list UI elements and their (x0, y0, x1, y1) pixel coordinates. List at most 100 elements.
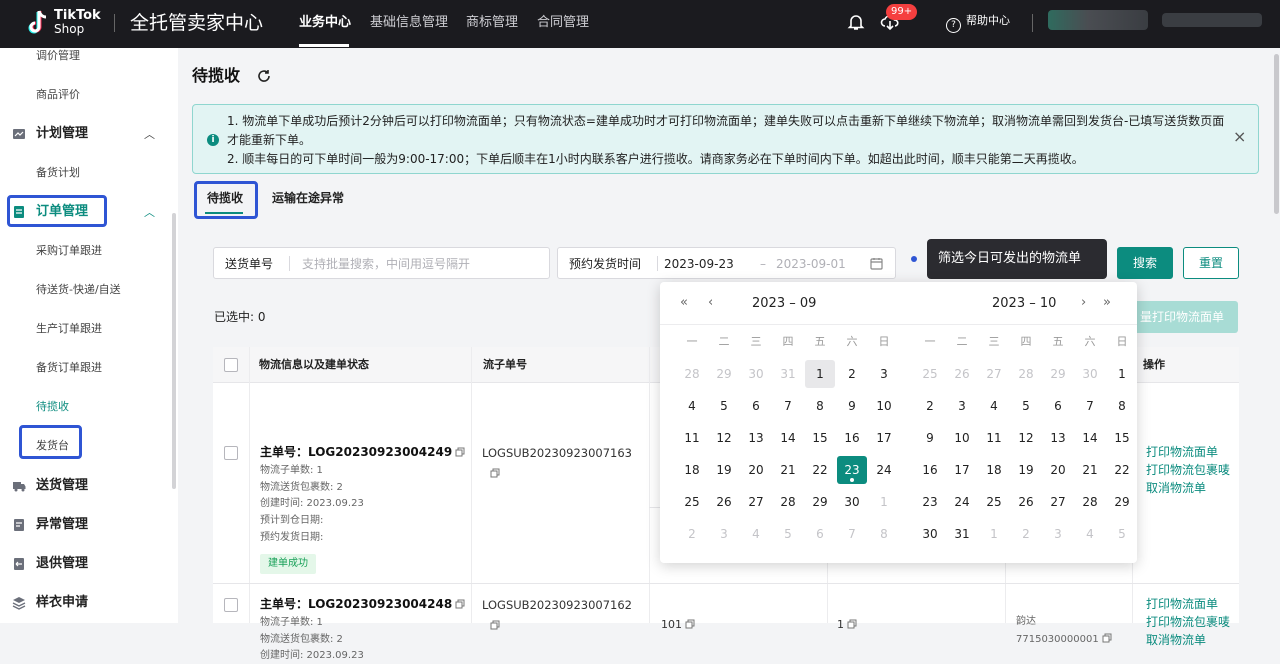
close-icon[interactable]: × (1233, 129, 1246, 145)
sidebar-item-pending-delivery[interactable]: 待送货-快递/自送 (36, 283, 121, 297)
page-scrollbar[interactable] (1273, 48, 1280, 623)
print-label-link[interactable]: 打印物流面单 (1146, 596, 1218, 613)
right-day-cell[interactable]: 18 (979, 456, 1009, 484)
bell-icon[interactable] (846, 12, 866, 32)
right-day-cell[interactable]: 29 (1107, 488, 1137, 516)
select-all-checkbox[interactable] (224, 358, 238, 372)
date-end-input[interactable]: 2023-09-01 (776, 256, 846, 272)
sidebar-item-production-order[interactable]: 生产订单跟进 (36, 322, 102, 336)
left-day-cell[interactable]: 8 (805, 392, 835, 420)
right-day-cell[interactable]: 3 (947, 392, 977, 420)
nav-trademark[interactable]: 商标管理 (466, 14, 518, 32)
left-day-cell[interactable]: 23 (837, 456, 867, 484)
left-day-cell[interactable]: 11 (677, 424, 707, 452)
right-day-cell[interactable]: 27 (1043, 488, 1073, 516)
left-day-cell[interactable]: 20 (741, 456, 771, 484)
date-start-input[interactable]: 2023-09-23 (664, 256, 734, 272)
copy-icon[interactable] (490, 620, 500, 630)
left-day-cell[interactable]: 25 (677, 488, 707, 516)
left-day-cell[interactable]: 5 (709, 392, 739, 420)
right-day-cell[interactable]: 28 (1075, 488, 1105, 516)
account-name[interactable] (1162, 13, 1262, 27)
chevron-up-icon[interactable]: ︿ (144, 207, 155, 219)
left-day-cell[interactable]: 27 (741, 488, 771, 516)
left-day-cell[interactable]: 17 (869, 424, 899, 452)
nav-basic-info[interactable]: 基础信息管理 (370, 14, 448, 32)
nav-business-center[interactable]: 业务中心 (299, 14, 351, 32)
sidebar-item-stock-order[interactable]: 备货订单跟进 (36, 361, 102, 375)
right-day-cell[interactable]: 5 (1011, 392, 1041, 420)
sidebar-item-pending-pickup[interactable]: 待揽收 (36, 400, 69, 414)
right-day-cell[interactable]: 25 (979, 488, 1009, 516)
store-avatar[interactable] (1048, 10, 1148, 30)
batch-print-button[interactable]: 量打印物流面单 (1133, 301, 1238, 333)
right-day-cell[interactable]: 6 (1043, 392, 1073, 420)
left-day-cell[interactable]: 13 (741, 424, 771, 452)
delivery-no-field[interactable]: 送货单号 支持批量搜索，中间用逗号隔开 (213, 247, 550, 279)
right-month-title[interactable]: 2023 – 10 (992, 296, 1056, 312)
right-day-cell[interactable]: 7 (1075, 392, 1105, 420)
right-day-cell[interactable]: 17 (947, 456, 977, 484)
right-day-cell[interactable]: 21 (1075, 456, 1105, 484)
tiktok-shop-logo[interactable]: TikTok Shop (26, 8, 102, 40)
left-day-cell[interactable]: 12 (709, 424, 739, 452)
right-day-cell[interactable]: 2 (915, 392, 945, 420)
sidebar-item-price-adjust[interactable]: 调价管理 (36, 49, 80, 63)
left-day-cell[interactable]: 30 (837, 488, 867, 516)
left-day-cell[interactable]: 21 (773, 456, 803, 484)
delivery-no-input[interactable]: 支持批量搜索，中间用逗号隔开 (302, 256, 470, 272)
left-month-title[interactable]: 2023 – 09 (752, 296, 816, 312)
nav-contract[interactable]: 合同管理 (537, 14, 589, 32)
right-day-cell[interactable]: 30 (915, 520, 945, 548)
copy-icon[interactable] (1102, 633, 1112, 643)
help-center-link[interactable]: ? 帮助中心 (946, 13, 1010, 33)
copy-icon[interactable] (847, 619, 857, 629)
left-day-cell[interactable]: 26 (709, 488, 739, 516)
row-checkbox[interactable] (224, 598, 238, 612)
left-day-cell[interactable]: 16 (837, 424, 867, 452)
ship-time-range[interactable]: 预约发货时间 2023-09-23 – 2023-09-01 (557, 247, 896, 279)
left-day-cell[interactable]: 28 (773, 488, 803, 516)
left-day-cell[interactable]: 3 (869, 360, 899, 388)
calendar-icon[interactable] (870, 257, 883, 270)
right-day-cell[interactable]: 15 (1107, 424, 1137, 452)
right-day-cell[interactable]: 14 (1075, 424, 1105, 452)
right-day-cell[interactable]: 24 (947, 488, 977, 516)
right-day-cell[interactable]: 31 (947, 520, 977, 548)
left-day-cell[interactable]: 14 (773, 424, 803, 452)
copy-icon[interactable] (490, 468, 500, 478)
sidebar-scrollbar[interactable] (172, 213, 176, 489)
left-day-cell[interactable]: 9 (837, 392, 867, 420)
next-month-icon[interactable]: › (1081, 294, 1086, 312)
left-day-cell[interactable]: 19 (709, 456, 739, 484)
right-day-cell[interactable]: 11 (979, 424, 1009, 452)
prev-year-icon[interactable]: « (680, 294, 688, 312)
left-day-cell[interactable]: 4 (677, 392, 707, 420)
copy-icon[interactable] (455, 447, 465, 457)
left-day-cell[interactable]: 29 (805, 488, 835, 516)
left-day-cell[interactable]: 7 (773, 392, 803, 420)
copy-icon[interactable] (685, 619, 695, 629)
left-day-cell[interactable]: 18 (677, 456, 707, 484)
search-button[interactable]: 搜索 (1117, 247, 1173, 279)
right-day-cell[interactable]: 22 (1107, 456, 1137, 484)
row-checkbox[interactable] (224, 446, 238, 460)
right-day-cell[interactable]: 10 (947, 424, 977, 452)
right-day-cell[interactable]: 4 (979, 392, 1009, 420)
right-day-cell[interactable]: 9 (915, 424, 945, 452)
print-package-mark-link[interactable]: 打印物流包裹唛 (1146, 462, 1230, 479)
copy-icon[interactable] (455, 599, 465, 609)
prev-month-icon[interactable]: ‹ (708, 294, 713, 312)
right-day-cell[interactable]: 1 (1107, 360, 1137, 388)
right-day-cell[interactable]: 13 (1043, 424, 1073, 452)
next-year-icon[interactable]: » (1103, 294, 1111, 312)
right-day-cell[interactable]: 23 (915, 488, 945, 516)
cancel-order-link[interactable]: 取消物流单 (1146, 480, 1206, 497)
right-day-cell[interactable]: 8 (1107, 392, 1137, 420)
sidebar-item-stock-plan[interactable]: 备货计划 (36, 166, 80, 180)
sidebar-item-reviews[interactable]: 商品评价 (36, 88, 80, 102)
left-day-cell[interactable]: 24 (869, 456, 899, 484)
right-day-cell[interactable]: 26 (1011, 488, 1041, 516)
right-day-cell[interactable]: 16 (915, 456, 945, 484)
sidebar-item-purchase-order[interactable]: 采购订单跟进 (36, 244, 102, 258)
